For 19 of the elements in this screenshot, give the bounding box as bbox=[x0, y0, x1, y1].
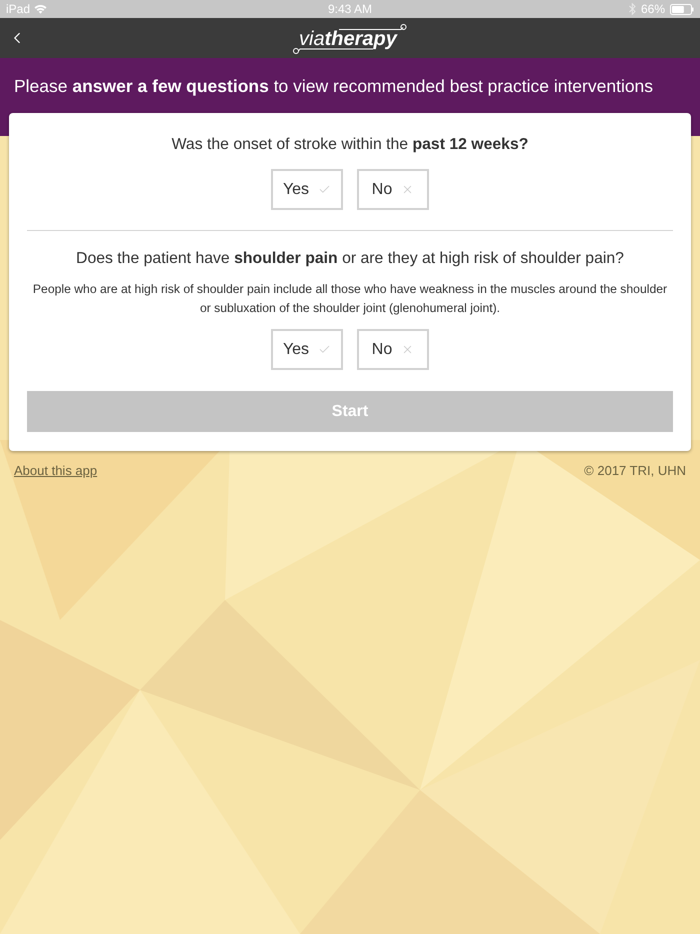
logo-upper-line-icon bbox=[339, 24, 407, 30]
clock-time: 9:43 AM bbox=[328, 1, 372, 18]
question-text: Was the onset of stroke within the past 12 weeks? bbox=[172, 135, 528, 155]
yes-button[interactable]: Yes bbox=[271, 329, 343, 370]
device-name: iPad bbox=[6, 1, 30, 18]
no-button[interactable]: No bbox=[357, 329, 429, 370]
logo-lower-line-icon bbox=[293, 48, 373, 54]
bluetooth-icon bbox=[628, 3, 636, 15]
no-button[interactable]: No bbox=[357, 169, 429, 210]
copyright-text: © 2017 TRI, UHN bbox=[584, 462, 686, 480]
banner-text: Please answer a few questions to view recommended best practice interventions bbox=[14, 75, 654, 98]
battery-icon bbox=[670, 4, 694, 14]
question-text: Does the patient have shoulder pain or are they at high risk of shoulder pain? bbox=[76, 249, 624, 269]
battery-percent: 66% bbox=[640, 1, 665, 18]
app-logo: viatherapy bbox=[299, 30, 397, 48]
about-link[interactable]: About this app bbox=[14, 461, 98, 480]
wifi-icon bbox=[34, 4, 48, 14]
question-note: People who are at high risk of shoulder pain include all those who have weakness in the muscles around the shoulder or subluxation of the shoulder joint (glenohumeral joint). bbox=[32, 281, 668, 317]
yes-button[interactable]: Yes bbox=[271, 169, 343, 210]
